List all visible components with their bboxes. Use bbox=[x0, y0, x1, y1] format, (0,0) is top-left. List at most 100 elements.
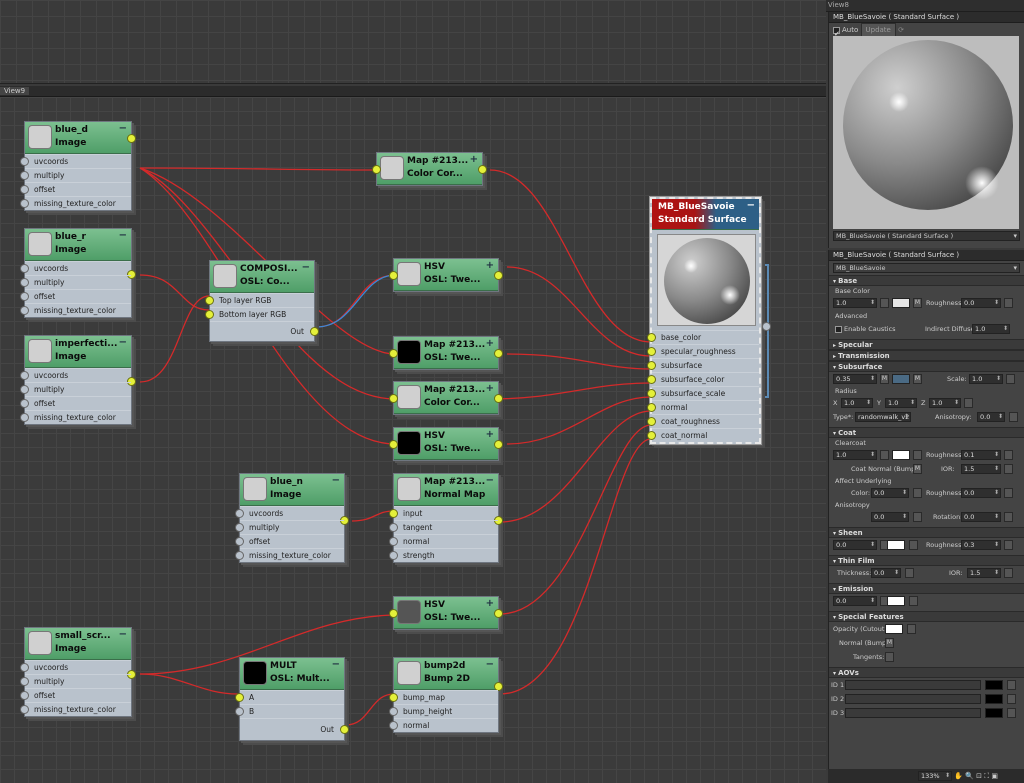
input-port[interactable] bbox=[20, 157, 29, 166]
auto-checkbox[interactable]: ✔ bbox=[833, 26, 840, 38]
node-mult[interactable]: MULT OSL: Mult... − A B Out bbox=[235, 657, 349, 741]
input-port[interactable] bbox=[235, 509, 244, 518]
map-button[interactable] bbox=[913, 450, 922, 460]
output-port[interactable] bbox=[494, 609, 503, 618]
map-button[interactable] bbox=[1007, 680, 1016, 690]
material-preview[interactable] bbox=[833, 36, 1019, 229]
refresh-icon[interactable]: ⟳ bbox=[898, 26, 904, 34]
section-specular[interactable]: Specular bbox=[829, 339, 1024, 350]
input-port[interactable] bbox=[20, 663, 29, 672]
input-port[interactable] bbox=[205, 310, 214, 319]
node-bump2d[interactable]: bump2d Bump 2D − bump_map bump_height no… bbox=[389, 657, 503, 733]
input-port[interactable] bbox=[235, 693, 244, 702]
sheen-roughness-spinner[interactable]: 0.3 bbox=[961, 540, 1001, 550]
base-color-swatch[interactable] bbox=[892, 298, 910, 308]
map-button[interactable] bbox=[880, 450, 889, 460]
map-button[interactable] bbox=[1004, 512, 1013, 522]
map-button[interactable] bbox=[905, 568, 914, 578]
aov-field[interactable] bbox=[845, 680, 981, 690]
input-port[interactable] bbox=[20, 413, 29, 422]
map-button[interactable]: M bbox=[913, 298, 922, 308]
input-port[interactable] bbox=[647, 347, 656, 356]
coat-anisotropy-spinner[interactable]: 0.0 bbox=[871, 512, 909, 522]
frame-all-icon[interactable]: ⛶ bbox=[984, 772, 989, 780]
node-material-standard-surface[interactable]: MB_BlueSavoie Standard Surface − base_co… bbox=[647, 196, 762, 445]
indirect-diffuse-spinner[interactable]: 1.0 bbox=[972, 324, 1010, 334]
node-imperfections[interactable]: imperfecti... Image − uvcoords multiply … bbox=[20, 335, 136, 425]
coat-roughness-spinner[interactable]: 0.1 bbox=[961, 450, 1001, 460]
input-port[interactable] bbox=[20, 199, 29, 208]
output-port[interactable] bbox=[127, 134, 136, 143]
input-port[interactable] bbox=[389, 707, 398, 716]
top-viewport[interactable] bbox=[0, 0, 826, 84]
sheen-color-swatch[interactable] bbox=[887, 540, 905, 550]
radius-z-spinner[interactable]: 1.0 bbox=[929, 398, 961, 408]
sheen-weight-spinner[interactable]: 0.0 bbox=[833, 540, 877, 550]
node-map-osl[interactable]: Map #213... OSL: Twe... + bbox=[389, 336, 503, 370]
map-button[interactable] bbox=[1004, 568, 1013, 578]
input-port[interactable] bbox=[20, 185, 29, 194]
input-port[interactable] bbox=[20, 278, 29, 287]
input-port[interactable] bbox=[389, 721, 398, 730]
node-blue-n[interactable]: blue_n Image − uvcoords multiply offset … bbox=[235, 473, 349, 563]
node-hsv-2[interactable]: HSV OSL: Twe... + bbox=[389, 427, 503, 461]
pan-icon[interactable]: ✋ bbox=[954, 772, 963, 780]
section-subsurface[interactable]: Subsurface bbox=[829, 361, 1024, 372]
input-port[interactable] bbox=[20, 171, 29, 180]
node-small-scratches[interactable]: small_scr... Image − uvcoords multiply o… bbox=[20, 627, 136, 717]
material-name-field[interactable]: MB_BlueSavoie bbox=[833, 263, 1020, 273]
map-button[interactable]: M bbox=[885, 638, 894, 648]
node-blue-d[interactable]: blue_d Image − uvcoords multiply offset … bbox=[20, 121, 136, 211]
input-port[interactable] bbox=[647, 403, 656, 412]
input-port[interactable] bbox=[647, 333, 656, 342]
expand-icon[interactable]: + bbox=[486, 598, 494, 609]
input-port[interactable] bbox=[235, 523, 244, 532]
output-port[interactable] bbox=[494, 271, 503, 280]
input-port[interactable] bbox=[647, 431, 656, 440]
update-button[interactable]: Update bbox=[860, 23, 896, 37]
zoom-icon[interactable]: 🔍 bbox=[965, 772, 974, 780]
input-port[interactable] bbox=[389, 394, 398, 403]
map-button[interactable] bbox=[913, 488, 922, 498]
emission-weight-spinner[interactable]: 0.0 bbox=[833, 596, 877, 606]
coat-color-swatch[interactable] bbox=[892, 450, 910, 460]
input-port[interactable] bbox=[389, 609, 398, 618]
expand-icon[interactable]: + bbox=[470, 154, 478, 165]
input-port[interactable] bbox=[647, 417, 656, 426]
output-port[interactable] bbox=[478, 165, 487, 174]
map-button[interactable] bbox=[1004, 450, 1013, 460]
aov-color-swatch[interactable] bbox=[985, 694, 1003, 704]
collapse-icon[interactable]: − bbox=[486, 475, 494, 486]
coat-weight-spinner[interactable]: 1.0 bbox=[833, 450, 877, 460]
aov-color-swatch[interactable] bbox=[985, 708, 1003, 718]
input-port[interactable] bbox=[20, 677, 29, 686]
collapse-icon[interactable]: − bbox=[119, 337, 127, 348]
aov-field[interactable] bbox=[845, 708, 981, 718]
expand-icon[interactable]: + bbox=[486, 338, 494, 349]
input-port[interactable] bbox=[20, 691, 29, 700]
output-port[interactable] bbox=[494, 394, 503, 403]
input-port[interactable] bbox=[235, 551, 244, 560]
node-hsv-1[interactable]: HSV OSL: Twe... + bbox=[389, 258, 503, 292]
node-composite[interactable]: COMPOSI... OSL: Co... − Top layer RGB Bo… bbox=[205, 260, 319, 342]
input-port[interactable] bbox=[20, 306, 29, 315]
collapse-icon[interactable]: − bbox=[747, 200, 755, 211]
expand-icon[interactable]: + bbox=[486, 429, 494, 440]
input-port[interactable] bbox=[20, 292, 29, 301]
input-port[interactable] bbox=[20, 371, 29, 380]
map-button[interactable] bbox=[909, 540, 918, 550]
affect-color-spinner[interactable]: 0.0 bbox=[871, 488, 909, 498]
radius-y-spinner[interactable]: 1.0 bbox=[885, 398, 917, 408]
map-button[interactable] bbox=[885, 652, 894, 662]
map-button[interactable] bbox=[1006, 374, 1015, 384]
expand-icon[interactable]: + bbox=[486, 260, 494, 271]
opacity-swatch[interactable] bbox=[885, 624, 903, 634]
input-port[interactable] bbox=[372, 165, 381, 174]
radius-x-spinner[interactable]: 1.0 bbox=[841, 398, 873, 408]
map-button[interactable] bbox=[1007, 694, 1016, 704]
section-emission[interactable]: Emission bbox=[829, 583, 1024, 594]
input-port[interactable] bbox=[389, 349, 398, 358]
section-special-features[interactable]: Special Features bbox=[829, 611, 1024, 622]
section-base[interactable]: Base bbox=[829, 275, 1024, 286]
output-port[interactable] bbox=[494, 440, 503, 449]
